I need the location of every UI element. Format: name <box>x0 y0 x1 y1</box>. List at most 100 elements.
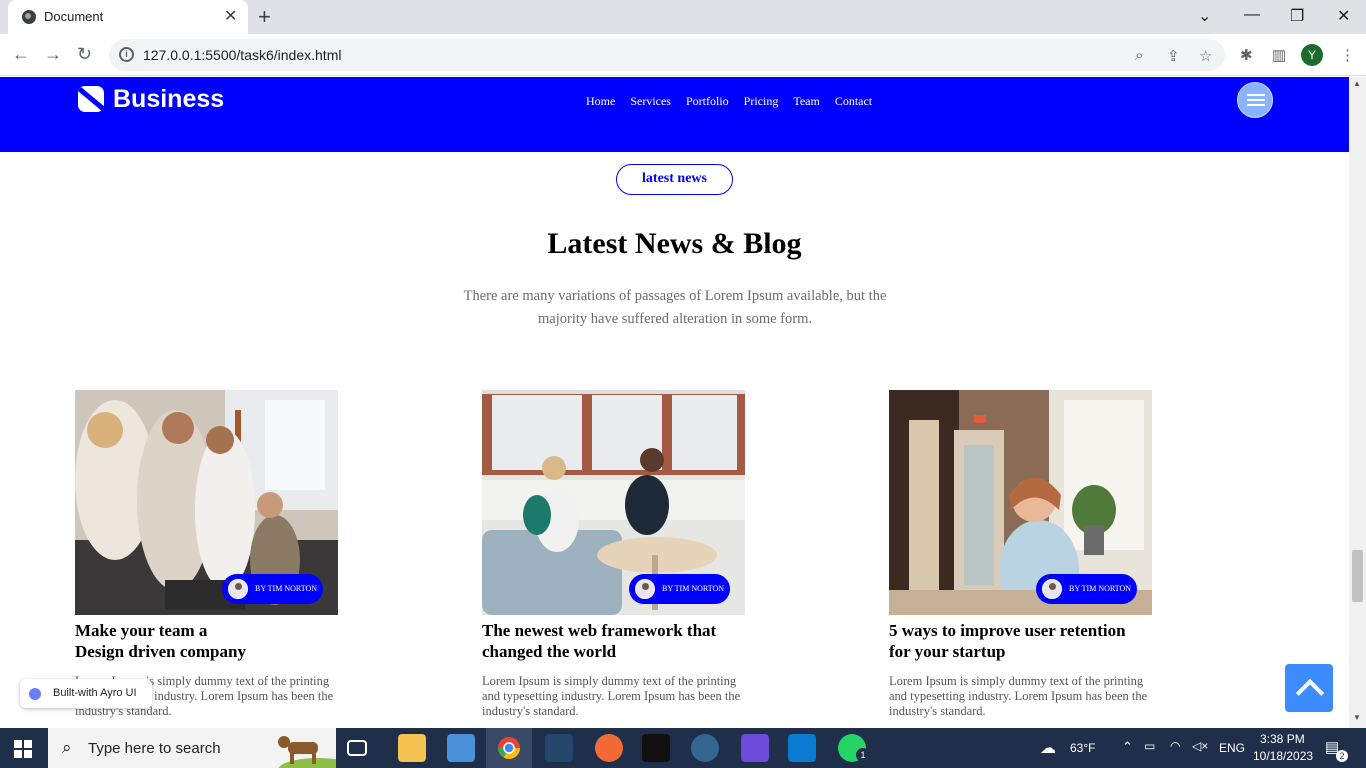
whatsapp-badge: 1 <box>856 748 870 762</box>
blog-card-title-line[interactable]: Design driven company <box>75 642 246 661</box>
blog-card[interactable]: BY TIM NORTON The newest web framework t… <box>482 390 745 719</box>
postman-icon[interactable] <box>595 734 623 762</box>
latest-news-pill[interactable]: latest news <box>616 164 733 195</box>
section-subtitle: There are many variations of passages of… <box>463 288 887 327</box>
blog-card-title-line[interactable]: Make your team a <box>75 621 207 640</box>
author-badge[interactable]: BY TIM NORTON <box>629 574 730 604</box>
device-manager-icon[interactable] <box>447 734 475 762</box>
address-bar[interactable]: i 127.0.0.1:5500/task6/index.html ⌕ ⇪ ☆ <box>109 39 1225 71</box>
nav-portfolio[interactable]: Portfolio <box>686 94 729 109</box>
hamburger-menu-icon[interactable] <box>1237 82 1273 118</box>
weather-icon[interactable]: ☁ <box>1040 738 1056 758</box>
blog-card[interactable]: BY TIM NORTON 5 ways to improve user ret… <box>889 390 1152 719</box>
chrome-icon <box>498 737 520 759</box>
taskbar-search-placeholder[interactable]: Type here to search <box>88 740 221 757</box>
scroll-up-arrow-icon[interactable]: ▲ <box>1353 79 1361 88</box>
blog-card-title-line[interactable]: for your startup <box>889 642 1006 661</box>
author-name: BY TIM NORTON <box>662 584 725 593</box>
menu-dots-icon[interactable]: ⋮ <box>1340 46 1355 64</box>
notification-count: 2 <box>1336 750 1348 762</box>
tab-title: Document <box>44 9 104 24</box>
whatsapp-icon[interactable]: 1 <box>838 734 870 762</box>
blog-card-title-line[interactable]: 5 ways to improve user retention <box>889 621 1126 640</box>
blog-card-title[interactable]: The newest web framework that changed the… <box>482 620 745 662</box>
blog-card-excerpt: Lorem Ipsum is simply dummy text of the … <box>889 674 1148 718</box>
blog-card-title[interactable]: Make your team a Design driven company <box>75 620 338 662</box>
vscode-icon[interactable] <box>788 734 816 762</box>
show-hidden-icons-icon[interactable]: ⌃ <box>1122 739 1133 755</box>
task-view-icon[interactable] <box>347 740 367 756</box>
volume-icon[interactable]: ◁× <box>1192 739 1208 753</box>
close-tab-icon[interactable]: ✕ <box>224 6 237 26</box>
scrollbar-thumb[interactable] <box>1352 550 1363 602</box>
blog-card-title-line[interactable]: The newest web framework that <box>482 621 716 640</box>
site-info-icon[interactable]: i <box>119 47 134 62</box>
author-badge[interactable]: BY TIM NORTON <box>1036 574 1137 604</box>
author-name: BY TIM NORTON <box>1069 584 1132 593</box>
browser-tab[interactable]: Document ✕ <box>8 0 248 34</box>
clock-date[interactable]: 10/18/2023 <box>1253 749 1313 763</box>
page-scrollbar[interactable]: ▲ ▼ <box>1349 77 1366 728</box>
weather-temp[interactable]: 63°F <box>1070 741 1095 755</box>
dev-tool-icon[interactable] <box>741 734 769 762</box>
author-avatar <box>228 579 248 599</box>
ayro-badge[interactable]: Built-with Ayro UI <box>20 679 152 708</box>
new-tab-button[interactable]: + <box>258 4 271 30</box>
author-badge[interactable]: BY TIM NORTON <box>222 574 323 604</box>
clock-time[interactable]: 3:38 PM <box>1260 732 1305 746</box>
bookmark-star-icon[interactable]: ☆ <box>1199 47 1212 65</box>
search-highlight-image <box>278 736 336 768</box>
blog-image-team[interactable]: BY TIM NORTON <box>75 390 338 615</box>
author-avatar <box>635 579 655 599</box>
language-indicator[interactable]: ENG <box>1219 741 1245 755</box>
logo-icon[interactable] <box>78 86 104 112</box>
blog-card-title-line[interactable]: changed the world <box>482 642 616 661</box>
main-nav: Home Services Portfolio Pricing Team Con… <box>586 94 872 109</box>
share-icon[interactable]: ⇪ <box>1167 47 1180 65</box>
search-icon: ⌕ <box>62 738 72 757</box>
author-name: BY TIM NORTON <box>255 584 318 593</box>
battery-icon[interactable]: ▭ <box>1144 739 1155 753</box>
blog-card-title[interactable]: 5 ways to improve user retention for your… <box>889 620 1152 662</box>
globe-icon <box>22 10 36 24</box>
forward-icon[interactable]: → <box>44 44 62 65</box>
nav-pricing[interactable]: Pricing <box>744 94 779 109</box>
nav-home[interactable]: Home <box>586 94 615 109</box>
zoom-icon[interactable]: ⌕ <box>1135 47 1143 64</box>
browser-tab-strip: Document ✕ + ⌄ — ❐ ✕ <box>0 0 1366 34</box>
blog-image-startup[interactable]: BY TIM NORTON <box>889 390 1152 615</box>
wifi-icon[interactable]: ◠ <box>1170 739 1180 753</box>
ayro-logo-icon <box>29 688 41 700</box>
address-bar-row: ← → ↻ i 127.0.0.1:5500/task6/index.html … <box>0 34 1366 76</box>
side-panel-icon[interactable]: ▥ <box>1272 46 1286 64</box>
scroll-to-top-button[interactable] <box>1285 664 1333 712</box>
windows-taskbar: ⌕ Type here to search 1 ☁ 63°F ⌃ ▭ ◠ ◁× … <box>0 728 1366 768</box>
site-logo[interactable]: Business <box>113 85 224 114</box>
windows-start-icon[interactable] <box>14 740 32 758</box>
blog-card[interactable]: BY TIM NORTON Make your team a Design dri… <box>75 390 338 719</box>
tab-search-icon[interactable]: ⌄ <box>1198 6 1211 26</box>
mysql-workbench-icon[interactable] <box>545 734 573 762</box>
postgresql-icon[interactable] <box>691 734 719 762</box>
scroll-down-arrow-icon[interactable]: ▼ <box>1353 713 1361 722</box>
back-icon[interactable]: ← <box>12 44 30 65</box>
url-text[interactable]: 127.0.0.1:5500/task6/index.html <box>143 47 341 63</box>
extensions-icon[interactable]: ✱ <box>1240 46 1253 64</box>
ayro-label[interactable]: Built-with Ayro UI <box>53 687 137 699</box>
file-explorer-icon[interactable] <box>398 734 426 762</box>
site-header: Business Home Services Portfolio Pricing… <box>0 77 1349 152</box>
nav-contact[interactable]: Contact <box>835 94 872 109</box>
intellij-icon[interactable] <box>642 734 670 762</box>
nav-team[interactable]: Team <box>793 94 819 109</box>
author-avatar <box>1042 579 1062 599</box>
blog-image-meeting[interactable]: BY TIM NORTON <box>482 390 745 615</box>
minimize-button[interactable]: — <box>1244 6 1260 24</box>
nav-services[interactable]: Services <box>630 94 671 109</box>
restore-button[interactable]: ❐ <box>1290 6 1304 26</box>
close-window-button[interactable]: ✕ <box>1337 6 1350 26</box>
reload-icon[interactable]: ↻ <box>77 44 92 65</box>
chrome-taskbar-button[interactable] <box>486 728 532 768</box>
page-viewport: Business Home Services Portfolio Pricing… <box>0 77 1349 728</box>
taskbar-search-box[interactable]: ⌕ Type here to search <box>48 728 336 768</box>
profile-avatar[interactable]: Y <box>1301 44 1323 66</box>
